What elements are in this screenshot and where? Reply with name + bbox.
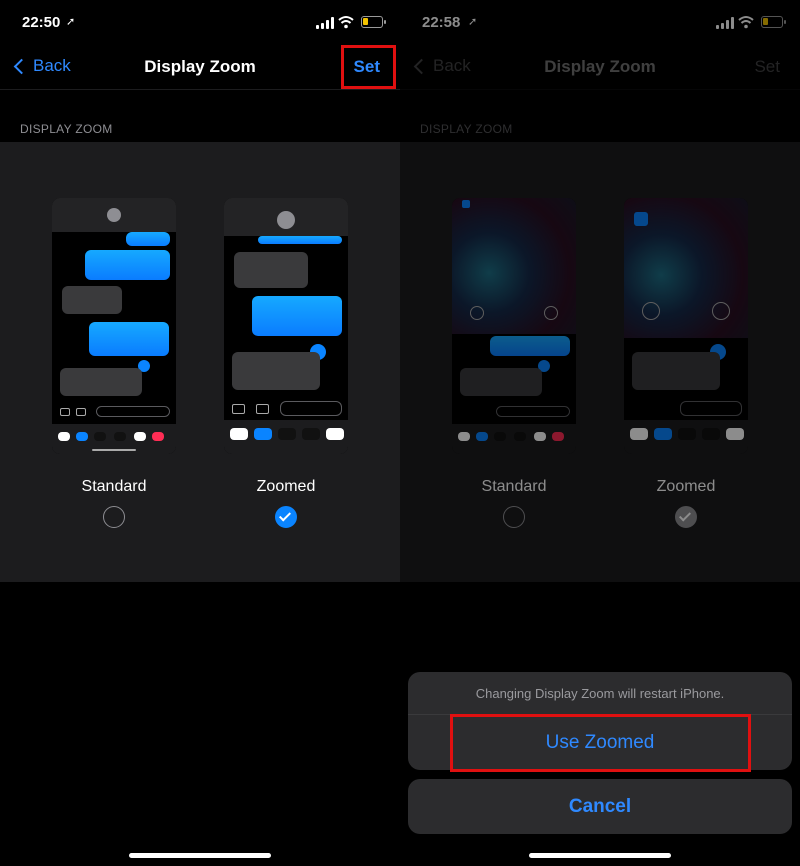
- status-time: 22:50: [22, 14, 61, 31]
- battery-icon: [361, 16, 386, 28]
- app-store-icon: [76, 408, 86, 416]
- standard-radio[interactable]: [103, 506, 125, 528]
- location-arrow-icon: ➚: [66, 16, 76, 28]
- camera-icon: [60, 408, 70, 416]
- contact-avatar-icon: [277, 211, 295, 229]
- status-bar: 22:50 ➚: [0, 0, 400, 44]
- camera-icon: [232, 404, 245, 414]
- home-indicator: [529, 853, 671, 858]
- page-title: Display Zoom: [144, 57, 256, 76]
- zoomed-preview[interactable]: [224, 198, 348, 454]
- section-header: DISPLAY ZOOM: [20, 122, 113, 136]
- zoomed-radio[interactable]: [275, 506, 297, 528]
- checkmark-icon: [278, 509, 292, 522]
- cancel-sheet: Cancel: [408, 779, 792, 834]
- home-indicator: [129, 853, 271, 858]
- app-store-icon: [256, 404, 269, 414]
- standard-label: Standard: [81, 478, 147, 495]
- highlight-box-set: [341, 45, 396, 89]
- contact-avatar-icon: [107, 208, 121, 222]
- cellular-signal-icon: [316, 17, 334, 29]
- zoomed-label: Zoomed: [256, 478, 316, 495]
- cancel-button[interactable]: Cancel: [408, 779, 792, 834]
- highlight-box-use-zoomed: [450, 714, 751, 772]
- display-zoom-screen-left: 22:50 ➚ Back Display Zoom Set DISPLAY ZO…: [0, 0, 400, 866]
- wifi-icon: [338, 16, 354, 29]
- display-zoom-screen-right: 22:58 ➚ Back Display Zoom Set DISPLAY ZO…: [400, 0, 800, 866]
- nav-bar: Back Display Zoom Set: [0, 44, 400, 90]
- standard-preview[interactable]: [52, 198, 176, 454]
- zoom-options-panel: Standard Zoomed: [0, 142, 400, 582]
- sheet-message: Changing Display Zoom will restart iPhon…: [408, 672, 792, 715]
